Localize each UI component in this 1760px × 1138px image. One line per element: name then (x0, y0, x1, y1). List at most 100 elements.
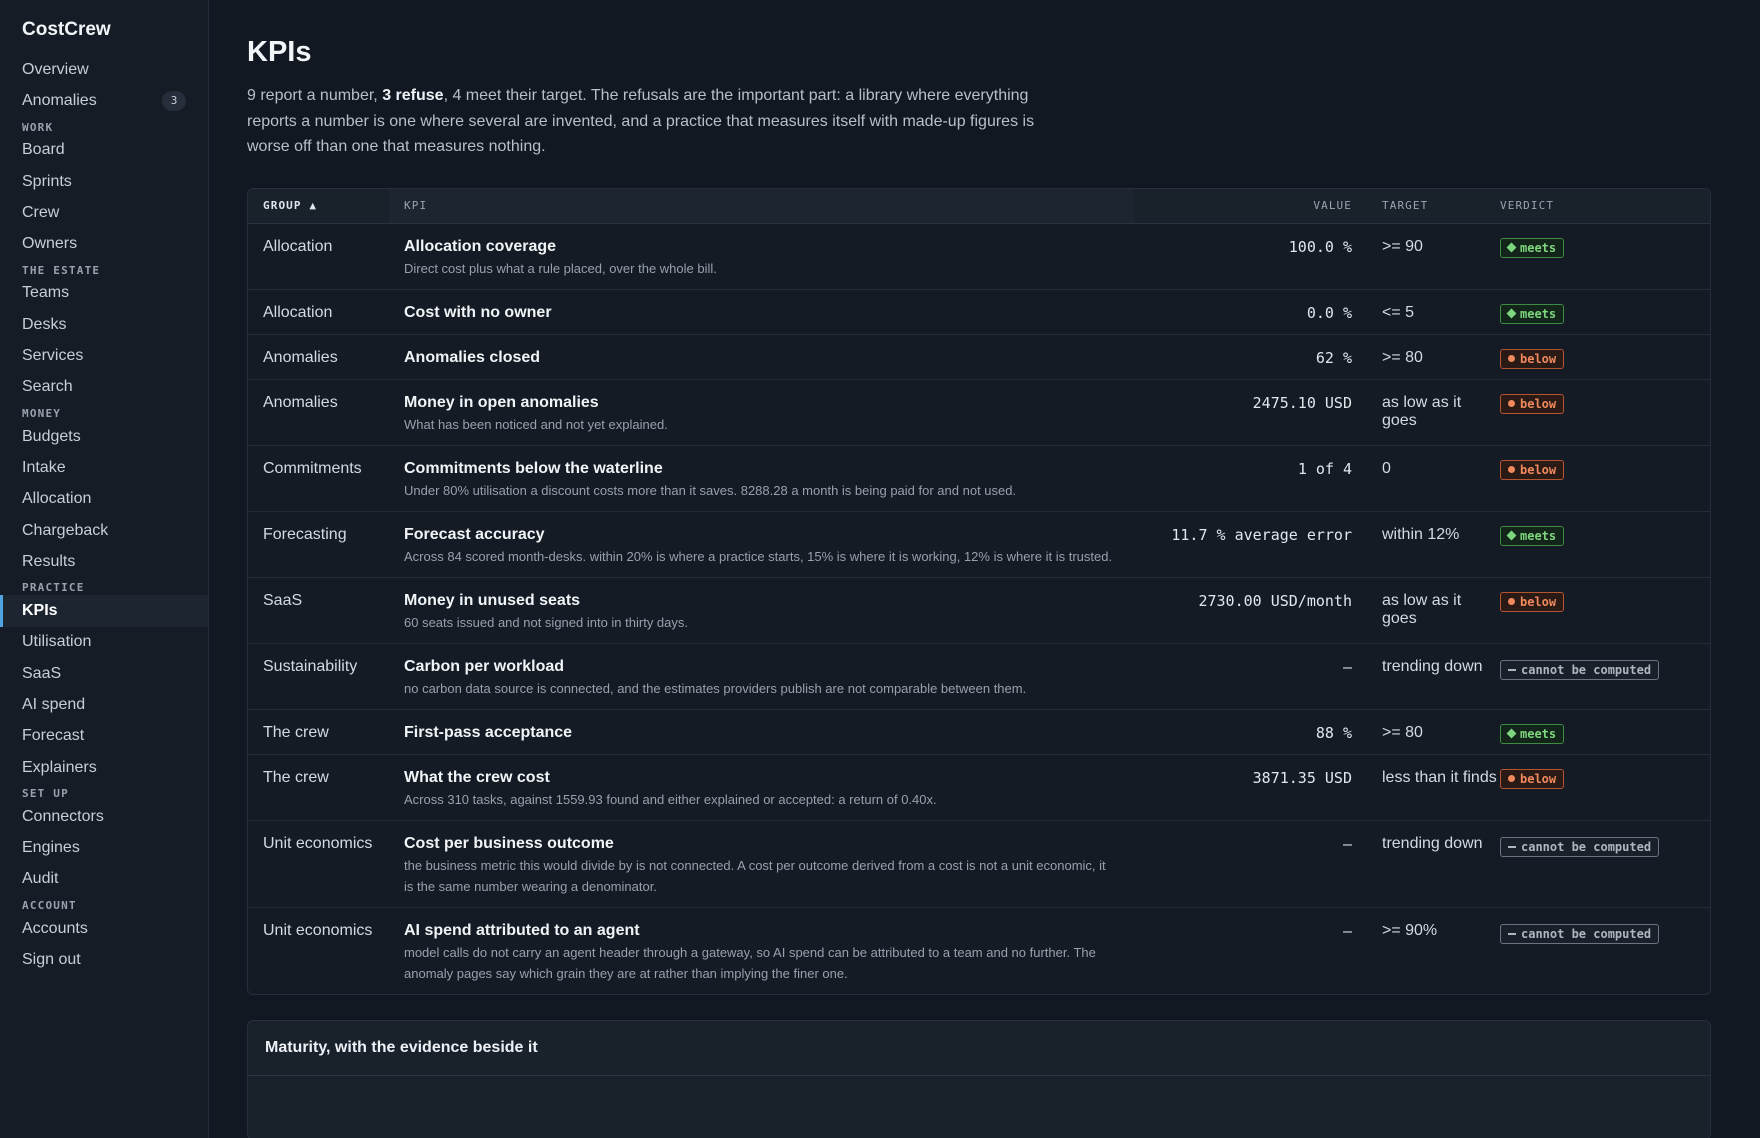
kpi-description: Direct cost plus what a rule placed, ove… (404, 260, 717, 276)
sidebar-item-engines[interactable]: Engines (0, 833, 208, 864)
sidebar-item-accounts[interactable]: Accounts (0, 913, 208, 944)
kpi-name: What the crew cost (404, 768, 550, 786)
column-header-verdict[interactable]: VERDICT (1500, 199, 1710, 212)
kpi-table: GROUP ▲ KPI VALUE TARGET VERDICT Allocat… (247, 187, 1711, 995)
table-row: Anomalies Money in open anomalies What has… (248, 380, 1710, 446)
sidebar-item-utilisation[interactable]: Utilisation (0, 627, 208, 658)
verdict-label: below (1520, 771, 1557, 786)
sidebar-item-chargeback[interactable]: Chargeback (0, 515, 208, 546)
verdict-badge: below (1500, 459, 1565, 480)
kpi-name: Commitments below the waterline (404, 459, 663, 477)
main-content: KPIs 9 report a number, 3 refuse, 4 meet… (209, 0, 1760, 1138)
maturity-panel-title: Maturity, with the evidence beside it (248, 1021, 1710, 1076)
sidebar-item-label: Services (22, 347, 84, 365)
sidebar-item-kpis[interactable]: KPIs (0, 595, 208, 628)
sidebar-item-audit[interactable]: Audit (0, 864, 208, 895)
verdict-label: cannot be computed (1521, 839, 1652, 854)
sidebar-item-owners[interactable]: Owners (0, 228, 208, 259)
table-row: Unit economics Cost per business outcome t… (248, 821, 1710, 908)
column-header-kpi[interactable]: KPI (389, 188, 1134, 223)
kpi-description: model calls do not carry an agent header… (404, 944, 1096, 981)
sidebar-item-explainers[interactable]: Explainers (0, 752, 208, 783)
kpi-name: AI spend attributed to an agent (404, 921, 640, 939)
table-row: Allocation Cost with no owner 0.0 % <= 5 mee… (248, 290, 1710, 335)
sidebar-item-label: Overview (22, 60, 89, 78)
kpi-group: Forecasting (263, 525, 347, 543)
table-row: The crew What the crew cost Across 310 tas… (248, 755, 1710, 821)
verdict-label: meets (1520, 726, 1557, 741)
sidebar-item-desks[interactable]: Desks (0, 309, 208, 340)
kpi-target: 0 (1382, 459, 1391, 477)
sidebar-item-label: Sprints (22, 172, 72, 190)
verdict-cell: meets (1500, 723, 1710, 744)
column-header-value[interactable]: VALUE (1134, 199, 1352, 212)
sidebar-item-intake[interactable]: Intake (0, 452, 208, 483)
kpi-cell: Carbon per workload no carbon data source… (389, 658, 1134, 699)
sidebar-item-label: AI spend (22, 695, 86, 713)
sidebar-item-overview[interactable]: Overview (0, 54, 208, 85)
verdict-cell: meets (1500, 237, 1710, 258)
kpi-group: The crew (263, 723, 329, 741)
verdict-label: cannot be computed (1521, 926, 1652, 941)
diamond-icon (1506, 242, 1517, 253)
sidebar-item-saas[interactable]: SaaS (0, 658, 208, 689)
sidebar-item-anomalies[interactable]: Anomalies 3 (0, 85, 208, 116)
sidebar-item-label: Audit (22, 870, 59, 888)
kpi-group: Allocation (263, 237, 333, 255)
kpi-value: 11.7 % average error (1171, 525, 1352, 544)
verdict-label: below (1520, 462, 1557, 477)
sidebar-item-ai-spend[interactable]: AI spend (0, 689, 208, 720)
maturity-panel: Maturity, with the evidence beside it (247, 1019, 1711, 1138)
kpi-value: 2475.10 USD (1252, 393, 1352, 412)
table-row: Sustainability Carbon per workload no carb… (248, 644, 1710, 710)
diamond-icon (1506, 308, 1517, 319)
verdict-badge: cannot be computed (1500, 836, 1660, 857)
kpi-target: >= 90% (1382, 921, 1438, 939)
sidebar-item-services[interactable]: Services (0, 340, 208, 371)
sidebar-item-teams[interactable]: Teams (0, 278, 208, 309)
verdict-badge: below (1500, 348, 1565, 369)
sidebar-item-label: Connectors (22, 807, 104, 825)
sidebar-item-sprints[interactable]: Sprints (0, 166, 208, 197)
table-header: GROUP ▲ KPI VALUE TARGET VERDICT (248, 188, 1710, 224)
dot-icon (1508, 466, 1515, 473)
sidebar-item-label: Anomalies (22, 91, 97, 109)
sidebar-item-sign-out[interactable]: Sign out (0, 944, 208, 975)
kpi-cell: Money in open anomalies What has been not… (389, 394, 1134, 435)
verdict-cell: below (1500, 393, 1710, 414)
kpi-cell: Cost with no owner (389, 304, 1134, 322)
kpi-group: Unit economics (263, 834, 373, 852)
table-row: Unit economics AI spend attributed to an … (248, 908, 1710, 994)
kpi-target: as low as it goes (1382, 591, 1462, 627)
kpi-value: 1 of 4 (1297, 459, 1352, 478)
column-header-target[interactable]: TARGET (1352, 199, 1500, 212)
kpi-value: — (1342, 921, 1352, 940)
kpi-target: less than it finds (1382, 768, 1497, 786)
kpi-target: trending down (1382, 657, 1483, 675)
kpi-name: Money in open anomalies (404, 393, 599, 411)
verdict-cell: below (1500, 459, 1710, 480)
sidebar-item-label: Results (22, 552, 76, 570)
sidebar-item-label: Engines (22, 839, 80, 857)
kpi-value: 2730.00 USD/month (1198, 591, 1352, 610)
sidebar-item-results[interactable]: Results (0, 546, 208, 577)
sidebar-item-label: SaaS (22, 664, 62, 682)
kpi-cell: First-pass acceptance (389, 724, 1134, 742)
sidebar-item-crew[interactable]: Crew (0, 197, 208, 228)
sidebar-item-search[interactable]: Search (0, 372, 208, 403)
verdict-badge: below (1500, 768, 1565, 789)
sidebar-item-forecast[interactable]: Forecast (0, 721, 208, 752)
nav-section-work: WORK (22, 120, 54, 134)
sidebar-item-budgets[interactable]: Budgets (0, 421, 208, 452)
nav-section-practice: PRACTICE (22, 581, 85, 595)
kpi-name: Money in unused seats (404, 591, 581, 609)
sidebar-item-label: Crew (22, 203, 60, 221)
sidebar-item-label: Chargeback (22, 521, 109, 539)
sidebar-item-connectors[interactable]: Connectors (0, 801, 208, 832)
sidebar-item-allocation[interactable]: Allocation (0, 484, 208, 515)
column-header-group[interactable]: GROUP ▲ (248, 199, 389, 212)
kpi-cell: Money in unused seats 60 seats issued and… (389, 592, 1134, 633)
verdict-cell: below (1500, 768, 1710, 789)
sidebar-item-board[interactable]: Board (0, 135, 208, 166)
app-logo[interactable]: CostCrew (0, 16, 208, 54)
